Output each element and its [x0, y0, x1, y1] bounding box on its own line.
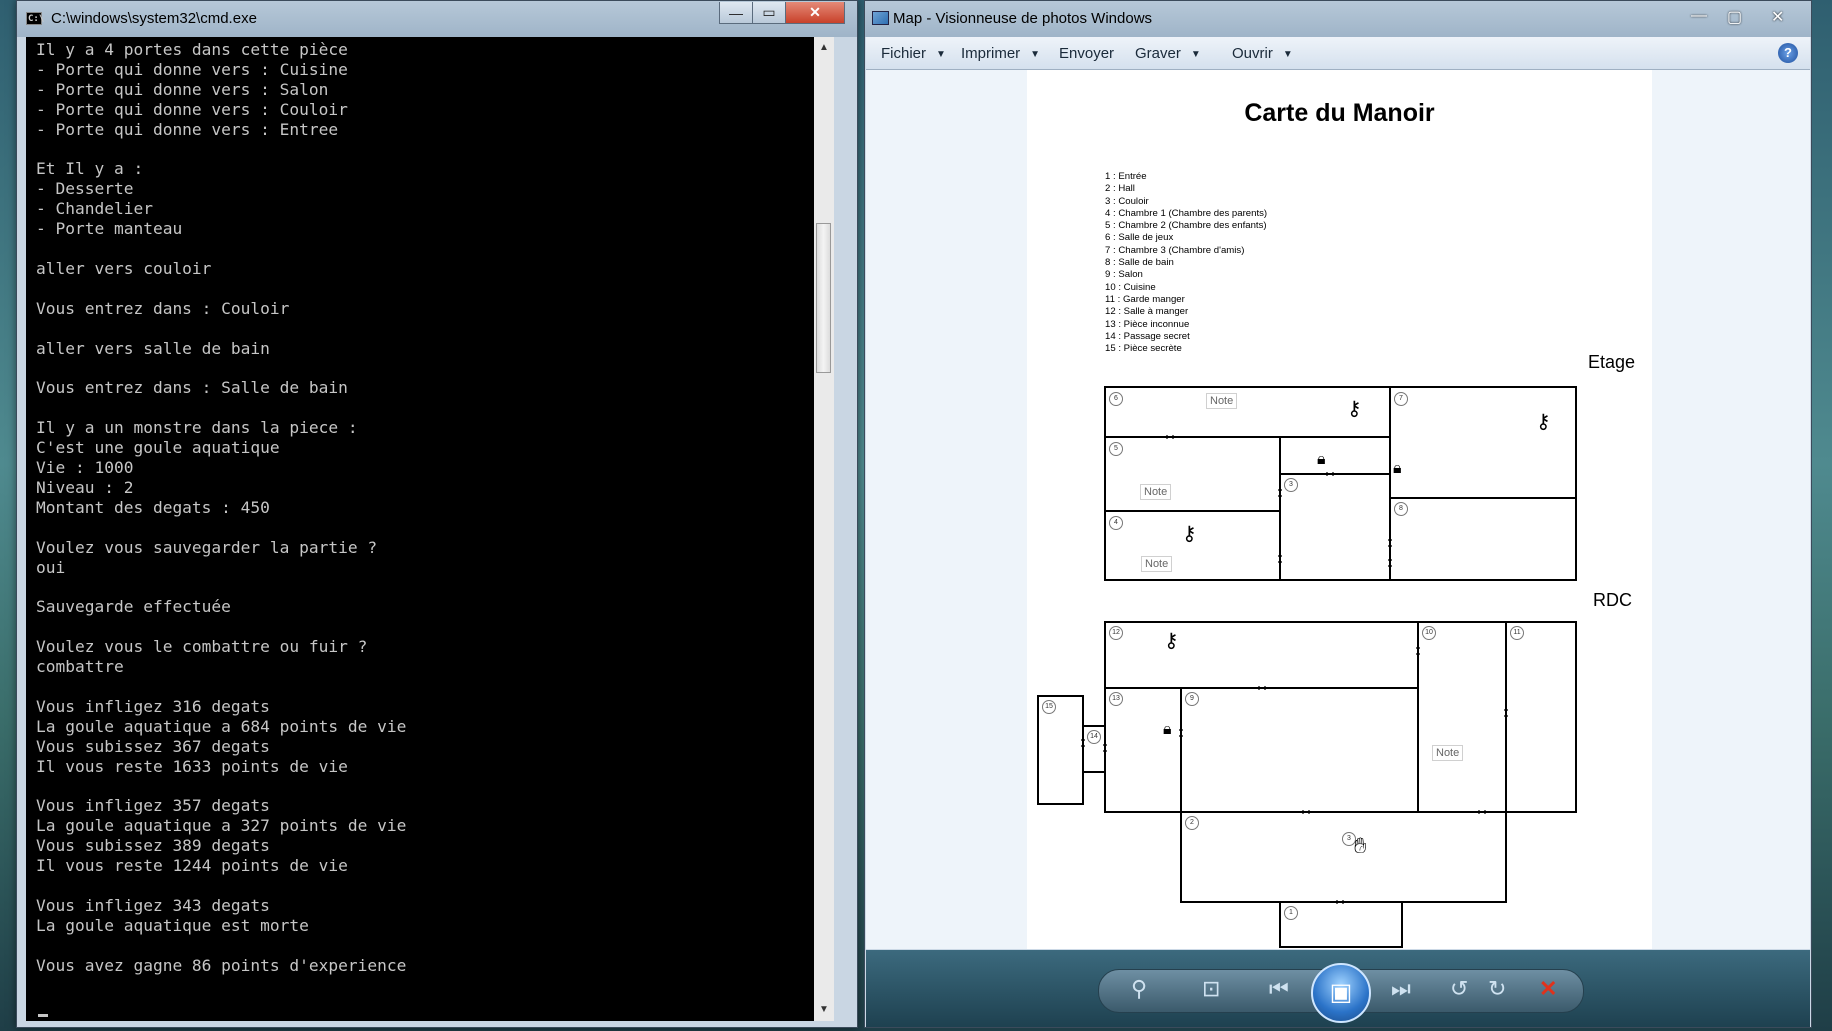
viewer-titlebar[interactable]: Map - Visionneuse de photos Windows — ▢ … [865, 1, 1811, 37]
console-scrollbar[interactable]: ▲ ▼ [814, 37, 834, 1021]
room-number-badge: 13 [1109, 692, 1123, 706]
menu-fichier-label: Fichier [881, 45, 927, 62]
lock-icon: 🔒︎ [1393, 460, 1402, 477]
room-number-badge: 6 [1109, 392, 1123, 406]
menu-ouvrir-label: Ouvrir [1232, 45, 1273, 62]
room-1-outline [1279, 901, 1403, 948]
room-number-badge: 3 [1284, 478, 1298, 492]
scroll-down-arrow-icon[interactable]: ▼ [814, 1001, 834, 1019]
chevron-down-icon: ▼ [936, 49, 946, 60]
room-number-badge: 11 [1510, 626, 1524, 640]
room-number-badge: 2 [1185, 816, 1199, 830]
scroll-up-arrow-icon[interactable]: ▲ [814, 39, 834, 57]
cmd-minimize-button[interactable]: — [719, 2, 753, 24]
room-number-badge: 9 [1185, 692, 1199, 706]
menu-imprimer[interactable]: Imprimer ▼ [961, 45, 1040, 62]
menu-ouvrir[interactable]: Ouvrir ▼ [1232, 45, 1293, 62]
viewer-window-title: Map - Visionneuse de photos Windows [893, 10, 1153, 27]
viewer-controls-bar: ⚲ ⊡ ⏮ ▣ ⏭ ↺ ↻ ✕ [866, 950, 1810, 1027]
viewer-close-button[interactable]: ✕ [1771, 7, 1784, 27]
door-ticks [1081, 435, 1508, 904]
room-7-outline [1389, 386, 1577, 499]
map-note: Note [1141, 556, 1173, 572]
fit-window-icon[interactable]: ⊡ [1202, 976, 1220, 1002]
room-10-outline [1417, 621, 1507, 813]
key-icon: ⚷ [1164, 630, 1179, 652]
console-cursor [38, 1014, 48, 1017]
lock-icon: 🔒︎ [1163, 721, 1172, 738]
room-number-badge: 14 [1087, 730, 1101, 744]
console-text: Il y a 4 portes dans cette pièce - Porte… [36, 40, 407, 975]
hand-icon: ✋︎ [1354, 833, 1367, 858]
map-note: Note [1140, 484, 1172, 500]
menu-fichier[interactable]: Fichier ▼ [881, 45, 946, 62]
room-number-badge: 8 [1394, 502, 1408, 516]
menu-imprimer-label: Imprimer [961, 45, 1021, 62]
rotate-left-icon[interactable]: ↺ [1450, 976, 1468, 1002]
room-2-outline [1180, 811, 1507, 903]
scrollbar-thumb[interactable] [816, 223, 831, 373]
chevron-down-icon: ▼ [1030, 49, 1041, 60]
room-number-badge: 5 [1109, 442, 1123, 456]
room-11-outline [1505, 621, 1577, 813]
viewer-maximize-button[interactable]: ▢ [1727, 7, 1742, 27]
previous-image-icon[interactable]: ⏮ [1269, 976, 1289, 1002]
cmd-maximize-button[interactable]: ▭ [752, 2, 786, 24]
floor-plan [1037, 386, 1577, 948]
map-image: Carte du Manoir 1 : Entrée 2 : Hall 3 : Co… [1027, 70, 1652, 949]
image-canvas[interactable]: Carte du Manoir 1 : Entrée 2 : Hall 3 : Co… [866, 70, 1810, 949]
room-9-outline [1180, 687, 1419, 813]
menu-graver[interactable]: Graver ▼ [1135, 45, 1201, 62]
key-icon: ⚷ [1182, 523, 1197, 545]
room-number-badge: 4 [1109, 516, 1123, 530]
viewer-minimize-button[interactable]: — [1691, 7, 1707, 25]
room-13-outline [1104, 687, 1182, 813]
cmd-close-button[interactable]: ✕ [785, 2, 845, 24]
room-4-outline [1104, 510, 1281, 581]
menu-graver-label: Graver [1135, 45, 1181, 62]
rotate-right-icon[interactable]: ↻ [1488, 976, 1506, 1002]
chevron-down-icon: ▼ [1282, 49, 1293, 60]
cmd-titlebar[interactable]: C:\ C:\windows\system32\cmd.exe — ▭ ✕ [17, 1, 857, 37]
room-number-badge: 12 [1109, 626, 1123, 640]
room-number-badge: 15 [1042, 700, 1056, 714]
room-5-outline [1104, 436, 1281, 512]
menu-envoyer[interactable]: Envoyer [1059, 45, 1114, 62]
zoom-icon[interactable]: ⚲ [1131, 976, 1147, 1002]
room-number-badge: 1 [1284, 906, 1298, 920]
chevron-down-icon: ▼ [1190, 49, 1201, 60]
photo-viewer-window[interactable]: Map - Visionneuse de photos Windows — ▢ … [864, 0, 1812, 1028]
map-note: Note [1206, 393, 1238, 409]
room-number-badge: 7 [1394, 392, 1408, 406]
photo-viewer-icon [872, 11, 889, 25]
next-image-icon[interactable]: ⏭ [1391, 976, 1411, 1002]
room-12-outline [1104, 621, 1419, 689]
console-output[interactable]: Il y a 4 portes dans cette pièce - Porte… [26, 37, 834, 1021]
key-icon: ⚷ [1536, 411, 1551, 433]
lock-icon: 🔒︎ [1317, 451, 1326, 468]
viewer-menubar: Fichier ▼ Imprimer ▼ Envoyer Graver ▼ Ouvri… [866, 37, 1810, 70]
key-icon: ⚷ [1347, 398, 1362, 420]
help-icon[interactable]: ? [1778, 43, 1798, 63]
room-8-outline [1389, 497, 1577, 581]
cmd-window[interactable]: C:\ C:\windows\system32\cmd.exe — ▭ ✕ Il… [16, 0, 858, 1028]
cmd-app-icon: C:\ [26, 12, 45, 25]
map-note: Note [1432, 745, 1464, 761]
room-3-outline [1279, 473, 1391, 581]
slideshow-button[interactable]: ▣ [1311, 963, 1371, 1023]
cmd-window-title: C:\windows\system32\cmd.exe [51, 10, 257, 27]
delete-icon[interactable]: ✕ [1539, 976, 1557, 1002]
room-number-badge: 10 [1422, 626, 1436, 640]
